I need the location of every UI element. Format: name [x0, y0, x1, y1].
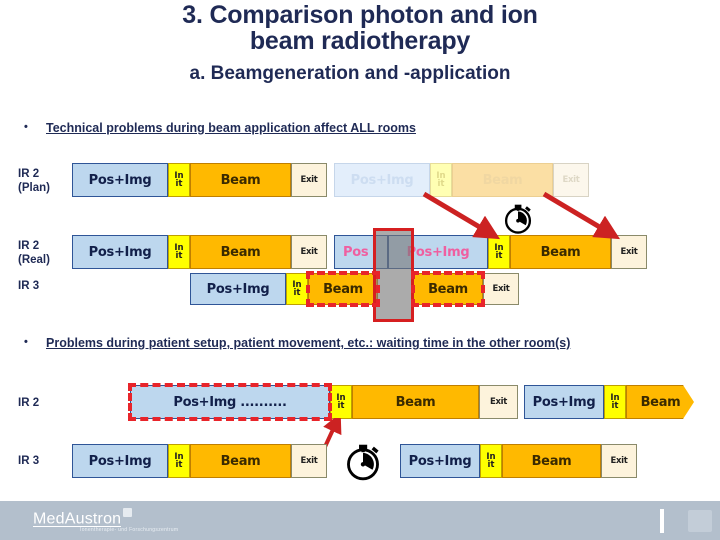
block-exit-r3: Exit: [483, 273, 519, 305]
block-pos-dots-r4: Pos+Img ..........: [130, 385, 330, 419]
block-exit-r2b: Exit: [611, 235, 647, 269]
row-label-ir2-bottom-line1: IR 2: [18, 397, 40, 409]
block-exit-r2a: Exit: [291, 235, 327, 269]
row-label-ir3-top: IR 3: [18, 279, 39, 293]
block-pos-r5b: Pos+Img: [400, 444, 480, 478]
block-beam-r2b: Beam: [510, 235, 611, 269]
block-pos-r1a: Pos+Img: [72, 163, 168, 197]
block-init-line2: it: [293, 288, 301, 298]
block-pos-r5a: Pos+Img: [72, 444, 168, 478]
block-init-line2: it: [337, 401, 345, 411]
block-beam-r1a: Beam: [190, 163, 291, 197]
row-label-ir2-real-line1: IR 2: [18, 240, 40, 252]
block-init-r1a: In it: [168, 163, 190, 197]
partner-logo-icon: [688, 510, 712, 532]
block-pos-r1b-ghost: Pos+Img: [334, 163, 430, 197]
bullet-two: • Problems during patient setup, patient…: [24, 336, 570, 350]
block-beam-r3b: Beam: [413, 273, 483, 305]
medaustron-logo-text: MedAustron: [33, 510, 122, 528]
row-label-ir3-top-line1: IR 3: [18, 280, 40, 292]
block-beam-r5a: Beam: [190, 444, 291, 478]
block-init-r5b: In it: [480, 444, 502, 478]
row-label-ir2-plan-line2: (Plan): [18, 182, 50, 195]
page-subtitle: a. Beamgeneration and -application: [189, 63, 511, 84]
block-init-r4a: In it: [330, 385, 352, 419]
footer-bar: MedAustron Ionentherapie- und Forschungs…: [0, 501, 720, 540]
row-label-ir2-plan: IR 2 (Plan): [18, 167, 50, 196]
block-init-r5a: In it: [168, 444, 190, 478]
bullet-one-text: Technical problems during beam applicati…: [46, 121, 416, 135]
block-pos-r4b: Pos+Img: [524, 385, 604, 419]
block-beam-r4b: Beam: [626, 385, 694, 419]
block-init-line2: it: [487, 460, 495, 470]
block-beam-r2a: Beam: [190, 235, 291, 269]
block-exit-r5b: Exit: [601, 444, 637, 478]
row-label-ir3-bottom-line1: IR 3: [18, 455, 40, 467]
block-exit-r5a: Exit: [291, 444, 327, 478]
title-line-2: beam radiotherapy: [249, 27, 471, 56]
bullet-one: • Technical problems during beam applica…: [24, 121, 416, 135]
block-exit-r1b-ghost: Exit: [553, 163, 589, 197]
block-init-line2: it: [611, 401, 619, 411]
block-init-r2b: In it: [488, 235, 510, 269]
row-label-ir3-bottom: IR 3: [18, 454, 39, 468]
footer-divider: [660, 509, 664, 533]
row-label-ir2-plan-line1: IR 2: [18, 168, 40, 180]
block-init-line2: it: [437, 179, 445, 189]
block-init-line2: it: [495, 251, 503, 261]
block-pos-r3: Pos+Img: [190, 273, 286, 305]
block-init-r3: In it: [286, 273, 308, 305]
block-init-r1b-ghost: In it: [430, 163, 452, 197]
row-label-ir2-real-line2: (Real): [18, 254, 50, 267]
block-init-r2a: In it: [168, 235, 190, 269]
slide: 3. Comparison photon and ion beam radiot…: [0, 0, 720, 540]
footer-tagline: Ionentherapie- und Forschungszentrum: [80, 527, 179, 533]
block-exit-r1a: Exit: [291, 163, 327, 197]
block-beam-r4a: Beam: [352, 385, 479, 419]
block-beam-r5b: Beam: [502, 444, 601, 478]
block-pos-r2a: Pos+Img: [72, 235, 168, 269]
block-beam-r3a: Beam: [308, 273, 378, 305]
beam-interruption-overlay: [373, 228, 414, 322]
block-init-line2: it: [175, 251, 183, 261]
stopwatch-icon-bottom: [347, 444, 379, 481]
title-line-1: 3. Comparison photon and ion: [182, 1, 538, 29]
bullet-two-text: Problems during patient setup, patient m…: [46, 336, 571, 350]
row-label-ir2-real: IR 2 (Real): [18, 239, 50, 268]
page-title: 3. Comparison photon and ion beam radiot…: [0, 2, 720, 55]
block-init-line2: it: [175, 460, 183, 470]
block-beam-r1b-ghost: Beam: [452, 163, 553, 197]
block-init-r4b: In it: [604, 385, 626, 419]
stopwatch-icon-top: [504, 204, 532, 234]
logo-mark-icon: [123, 508, 133, 517]
row-label-ir2-bottom: IR 2: [18, 396, 39, 410]
bullet-dot-icon: •: [24, 121, 28, 133]
block-init-line2: it: [175, 179, 183, 189]
bullet-dot-icon: •: [24, 336, 28, 348]
block-exit-r4a: Exit: [479, 385, 518, 419]
